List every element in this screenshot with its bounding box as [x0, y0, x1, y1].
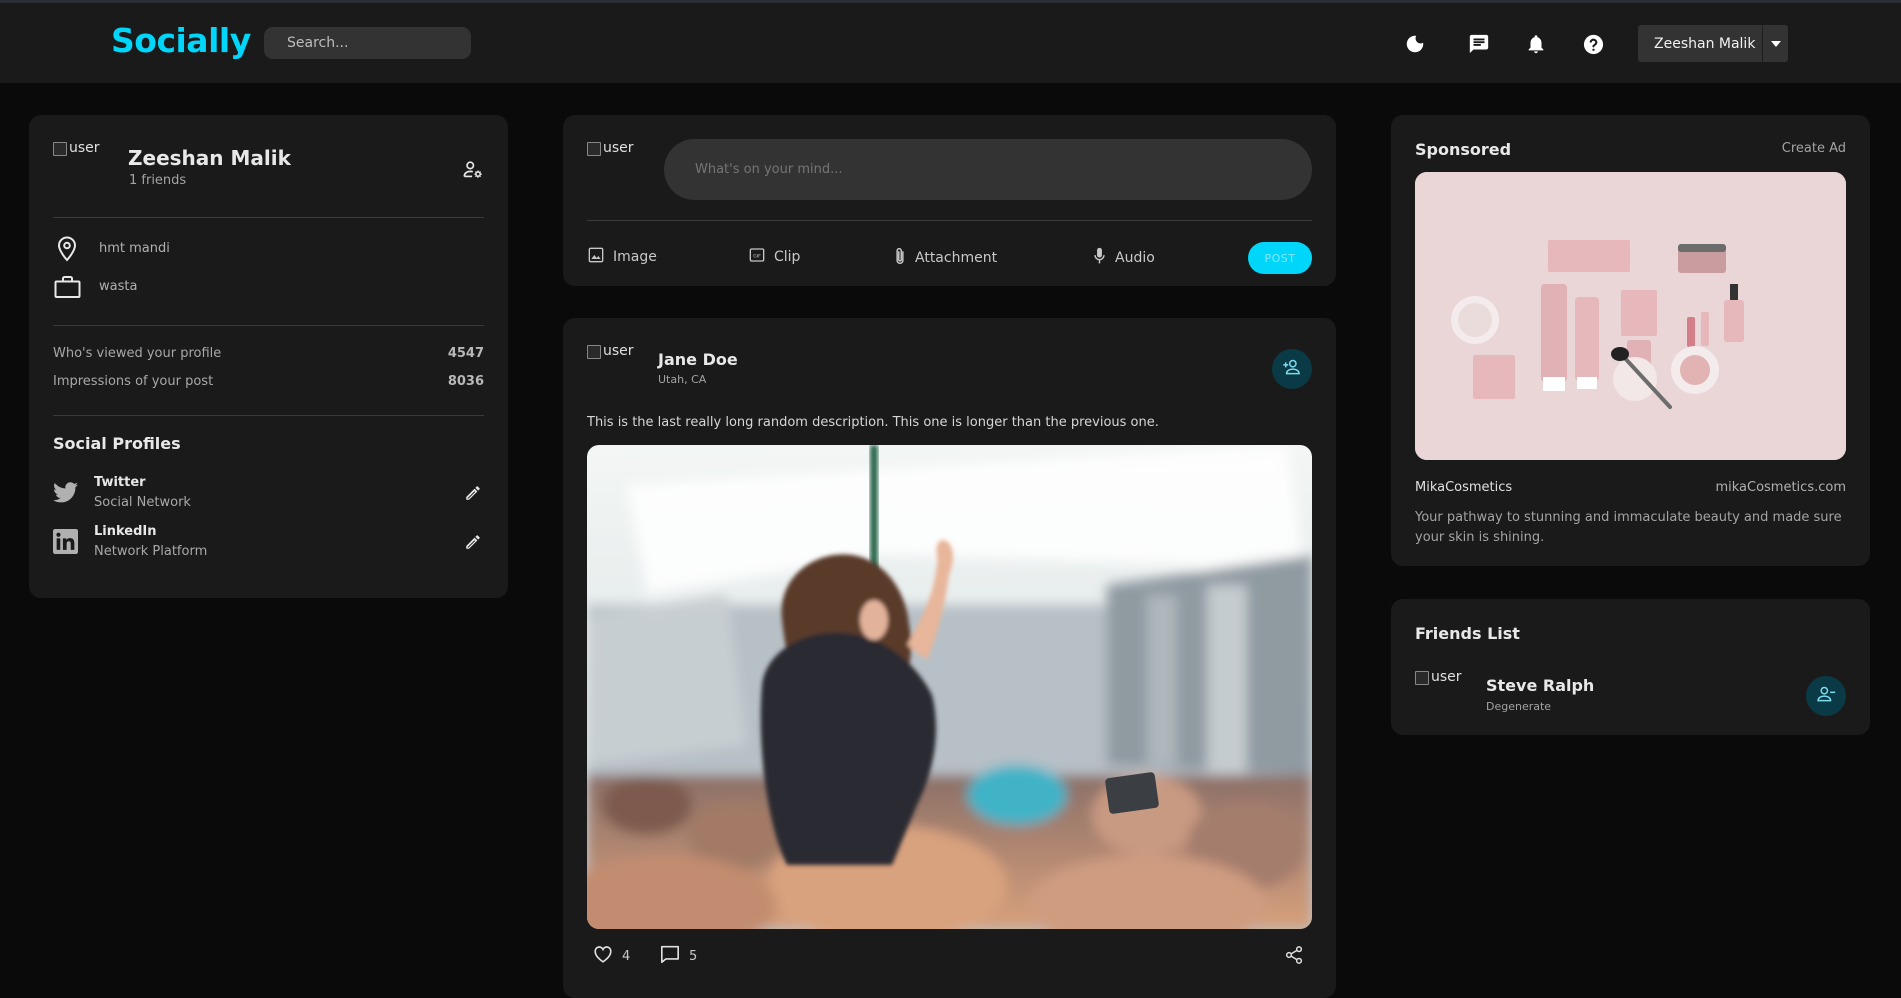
twitter-name[interactable]: Twitter	[94, 475, 146, 490]
location-pin-icon	[57, 236, 77, 266]
add-friend-button[interactable]	[1272, 349, 1312, 389]
help-icon[interactable]	[1580, 31, 1606, 57]
linkedin-type: Network Platform	[94, 544, 208, 559]
composer-divider	[587, 220, 1312, 221]
linkedin-name[interactable]: LinkedIn	[94, 524, 157, 539]
profile-name[interactable]: Zeeshan Malik	[128, 146, 291, 170]
friend-subtitle: Degenerate	[1486, 700, 1552, 713]
gif-icon: GIF	[749, 247, 765, 267]
navbar: Socially Zeeshan Malik	[0, 3, 1901, 83]
share-icon[interactable]	[1284, 945, 1304, 969]
comment-icon	[660, 945, 680, 967]
dark-mode-moon-icon[interactable]	[1402, 31, 1428, 57]
add-attachment-button[interactable]: Attachment	[894, 247, 997, 269]
linkedin-icon	[53, 529, 78, 558]
profile-location: hmt mandi	[99, 241, 170, 256]
like-count: 4	[622, 948, 631, 964]
profile-divider	[53, 325, 484, 326]
profile-divider	[53, 217, 484, 218]
post-impressions-label: Impressions of your post	[53, 374, 214, 389]
edit-pencil-icon[interactable]	[464, 533, 482, 555]
add-clip-button[interactable]: GIF Clip	[749, 247, 800, 267]
person-add-icon	[1282, 358, 1302, 380]
comment-count: 5	[689, 948, 698, 964]
manage-account-icon[interactable]	[462, 159, 484, 185]
friend-name[interactable]: Steve Ralph	[1486, 676, 1594, 695]
microphone-icon	[1093, 247, 1106, 269]
like-button[interactable]: 4	[593, 945, 630, 967]
paperclip-icon	[894, 247, 906, 269]
sponsored-title: Sponsored	[1415, 140, 1512, 159]
heart-icon	[593, 945, 613, 967]
friends-list-card	[1391, 599, 1870, 735]
twitter-type: Social Network	[94, 495, 191, 510]
person-remove-icon	[1816, 685, 1836, 707]
post-button[interactable]: POST	[1248, 242, 1312, 274]
ad-url-link[interactable]: mikaCosmetics.com	[1646, 480, 1846, 495]
ad-description: Your pathway to stunning and immaculate …	[1415, 510, 1842, 545]
post-author-avatar: user	[587, 343, 634, 359]
comment-button[interactable]: 5	[660, 945, 697, 967]
user-dropdown-label: Zeeshan Malik	[1654, 35, 1756, 52]
post-photo[interactable]	[587, 445, 1312, 929]
search-input[interactable]	[264, 27, 471, 59]
caret-down-icon	[1762, 25, 1788, 62]
remove-friend-button[interactable]	[1806, 676, 1846, 716]
post-composer-input[interactable]	[664, 139, 1312, 200]
add-image-button[interactable]: Image	[588, 247, 657, 267]
edit-pencil-icon[interactable]	[464, 484, 482, 506]
post-description: This is the last really long random desc…	[587, 415, 1159, 430]
friends-list-title: Friends List	[1415, 624, 1520, 643]
ad-image[interactable]	[1415, 172, 1846, 460]
image-icon	[588, 247, 604, 267]
profile-divider	[53, 415, 484, 416]
profile-views-value: 4547	[447, 346, 484, 361]
ad-brand-name: MikaCosmetics	[1415, 480, 1513, 495]
app-logo[interactable]: Socially	[111, 21, 251, 60]
post-author-name[interactable]: Jane Doe	[658, 350, 738, 369]
post-impressions-value: 8036	[447, 374, 484, 389]
notification-bell-icon[interactable]	[1523, 31, 1549, 57]
profile-views-label: Who's viewed your profile	[53, 346, 222, 361]
create-ad-link[interactable]: Create Ad	[1740, 141, 1846, 156]
social-profiles-title: Social Profiles	[53, 434, 181, 453]
chat-icon[interactable]	[1466, 31, 1492, 57]
profile-avatar: user	[53, 140, 100, 156]
composer-avatar: user	[587, 140, 634, 156]
add-audio-button[interactable]: Audio	[1093, 247, 1155, 269]
twitter-icon	[53, 482, 78, 507]
post-author-location: Utah, CA	[658, 373, 707, 386]
briefcase-icon	[54, 275, 81, 303]
svg-text:GIF: GIF	[753, 253, 761, 259]
profile-occupation: wasta	[99, 279, 138, 294]
profile-friends-count: 1 friends	[129, 173, 187, 188]
friend-avatar: user	[1415, 669, 1462, 685]
user-dropdown[interactable]: Zeeshan Malik	[1638, 25, 1788, 62]
